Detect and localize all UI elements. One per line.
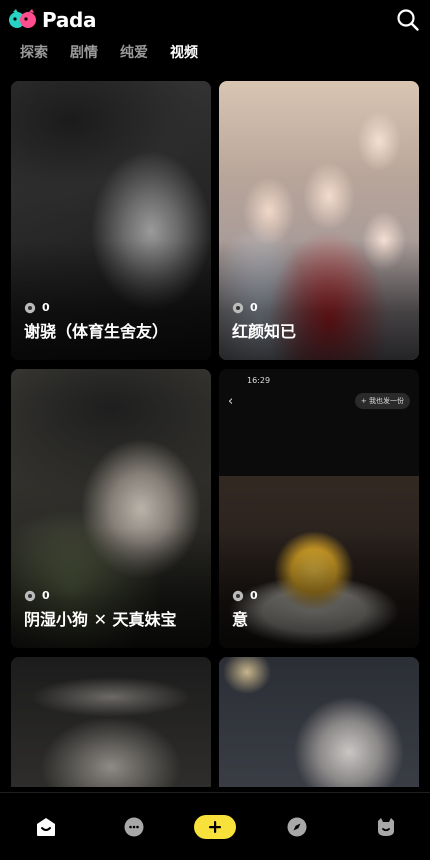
card-gradient bbox=[11, 528, 211, 648]
comment-icon bbox=[232, 590, 244, 601]
card-gradient bbox=[11, 240, 211, 360]
character-card[interactable] bbox=[219, 657, 419, 787]
home-icon[interactable] bbox=[34, 815, 58, 839]
card-gradient bbox=[219, 528, 419, 648]
tab-romance[interactable]: 纯爱 bbox=[120, 42, 148, 64]
comment-icon bbox=[232, 302, 244, 313]
card-image bbox=[11, 657, 211, 787]
character-card[interactable]: 0 阴湿小狗 ✕ 天真妹宝 bbox=[11, 369, 211, 648]
chat-icon[interactable] bbox=[122, 815, 146, 839]
character-card[interactable]: 0 谢骁（体育生舍友） bbox=[11, 81, 211, 360]
character-card[interactable] bbox=[11, 657, 211, 787]
card-title: 谢骁（体育生舍友） bbox=[24, 322, 169, 341]
back-arrow-icon[interactable]: ‹ bbox=[228, 394, 233, 409]
app-logo[interactable]: Pada bbox=[8, 8, 97, 32]
header: Pada bbox=[0, 0, 430, 40]
comment-icon bbox=[24, 590, 36, 601]
share-pill[interactable]: + 我也发一份 bbox=[354, 393, 410, 409]
comment-count: 0 bbox=[232, 589, 258, 602]
phone-status-bar: 16:29 ‹ + 我也发一份 bbox=[219, 369, 419, 429]
tab-explore[interactable]: 探索 bbox=[20, 42, 48, 64]
app-name: Pada bbox=[42, 8, 97, 32]
tab-video[interactable]: 视频 bbox=[170, 42, 198, 64]
tab-story[interactable]: 剧情 bbox=[70, 42, 98, 64]
card-title: 意 bbox=[232, 610, 249, 629]
card-title: 红颜知已 bbox=[232, 322, 297, 341]
card-gradient bbox=[219, 240, 419, 360]
comment-icon bbox=[24, 302, 36, 313]
card-title: 阴湿小狗 ✕ 天真妹宝 bbox=[24, 610, 177, 629]
plus-icon bbox=[209, 821, 221, 833]
create-button[interactable] bbox=[194, 815, 236, 839]
category-tabs: 探索 剧情 纯爱 视频 bbox=[20, 42, 198, 64]
pada-logo-icon bbox=[8, 8, 38, 32]
compass-icon[interactable] bbox=[285, 815, 309, 839]
character-card[interactable]: 16:29 ‹ + 我也发一份 0 意 bbox=[219, 369, 419, 648]
comment-count: 0 bbox=[24, 301, 50, 314]
comment-count: 0 bbox=[232, 301, 258, 314]
card-image bbox=[219, 657, 419, 787]
character-card[interactable]: 0 红颜知已 bbox=[219, 81, 419, 360]
profile-icon[interactable] bbox=[374, 815, 398, 839]
status-time: 16:29 bbox=[247, 376, 271, 385]
comment-count: 0 bbox=[24, 589, 50, 602]
bottom-nav bbox=[0, 792, 430, 860]
search-icon[interactable] bbox=[396, 8, 420, 32]
